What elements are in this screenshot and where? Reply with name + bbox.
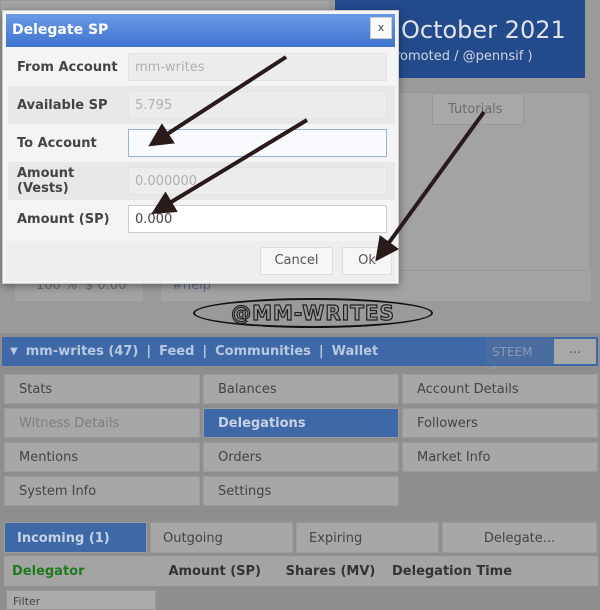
field-from-account: From Account <box>8 48 395 86</box>
header-delegator[interactable]: Delegator <box>4 564 159 579</box>
nav-communities[interactable]: Communities <box>215 344 311 359</box>
field-amount-sp: Amount (SP) <box>8 200 395 238</box>
menu-account-details[interactable]: Account Details <box>402 374 598 404</box>
nav-account[interactable]: mm-writes (47) <box>26 344 139 359</box>
amount-sp-input[interactable] <box>128 205 387 233</box>
ok-button[interactable]: Ok <box>342 247 392 275</box>
menu-followers[interactable]: Followers <box>402 408 598 438</box>
banner-title: October 2021 <box>401 16 566 44</box>
field-to-account: To Account <box>8 124 395 162</box>
currency-value: STEEM <box>492 345 533 359</box>
tab-outgoing[interactable]: Outgoing <box>150 522 293 553</box>
header-delegation-time[interactable]: Delegation Time <box>384 564 512 579</box>
tab-tutorials-label: Tutorials <box>448 102 503 117</box>
to-account-input[interactable] <box>128 129 387 157</box>
menu-market-info[interactable]: Market Info <box>402 442 598 472</box>
from-account-input <box>128 53 387 81</box>
separator: | <box>318 344 324 359</box>
field-label: To Account <box>17 135 97 151</box>
dialog-footer: Cancel Ok <box>6 241 395 281</box>
delegation-tabs: Incoming (1) Outgoing Expiring Delegate.… <box>4 522 598 553</box>
field-label: Amount (Vests) <box>17 166 75 196</box>
filter-input[interactable]: Filter <box>6 590 156 610</box>
available-sp-input <box>128 91 387 119</box>
watermark: @MM-WRITES <box>193 298 433 328</box>
menu-settings[interactable]: Settings <box>203 476 399 506</box>
field-amount-vests: Amount (Vests) <box>8 162 395 200</box>
header-shares[interactable]: Shares (MV) <box>269 564 384 579</box>
menu-balances[interactable]: Balances <box>203 374 399 404</box>
delegate-button[interactable]: Delegate... <box>442 522 597 553</box>
field-label: Available SP <box>17 97 108 113</box>
nav-wallet[interactable]: Wallet <box>332 344 379 359</box>
currency-select[interactable]: STEEM ▾ <box>486 339 554 372</box>
dialog-titlebar: Delegate SP x <box>6 14 395 47</box>
banner-subtitle: romoted / @pennsif ) <box>395 49 533 64</box>
amount-vests-input <box>128 167 387 195</box>
header-amount-sp[interactable]: Amount (SP) <box>159 564 269 579</box>
close-button[interactable]: x <box>370 17 392 39</box>
more-button[interactable]: ... <box>554 339 596 364</box>
menu-mentions[interactable]: Mentions <box>4 442 200 472</box>
nav-feed[interactable]: Feed <box>159 344 194 359</box>
dropdown-triangle-icon[interactable]: ▼ <box>10 346 18 357</box>
separator: | <box>202 344 208 359</box>
separator: | <box>146 344 152 359</box>
table-header: Delegator Amount (SP) Shares (MV) Delega… <box>4 556 598 586</box>
menu-witness-details[interactable]: Witness Details <box>4 408 200 438</box>
tab-incoming[interactable]: Incoming (1) <box>4 522 147 553</box>
chevron-down-icon: ▾ <box>492 363 497 372</box>
delegate-sp-dialog: Delegate SP x From Account Available SP … <box>2 10 399 284</box>
tab-expiring[interactable]: Expiring <box>296 522 439 553</box>
field-available-sp: Available SP <box>8 86 395 124</box>
menu-stats[interactable]: Stats <box>4 374 200 404</box>
account-navbar: ▼ mm-writes (47) | Feed | Communities | … <box>2 337 598 372</box>
menu-grid: Stats Balances Account Details Witness D… <box>4 374 598 506</box>
cancel-button[interactable]: Cancel <box>260 247 333 275</box>
field-label: From Account <box>17 59 118 75</box>
menu-orders[interactable]: Orders <box>203 442 399 472</box>
dialog-title: Delegate SP <box>12 22 109 38</box>
field-label: Amount (SP) <box>17 211 110 227</box>
menu-system-info[interactable]: System Info <box>4 476 200 506</box>
menu-delegations[interactable]: Delegations <box>203 408 399 438</box>
